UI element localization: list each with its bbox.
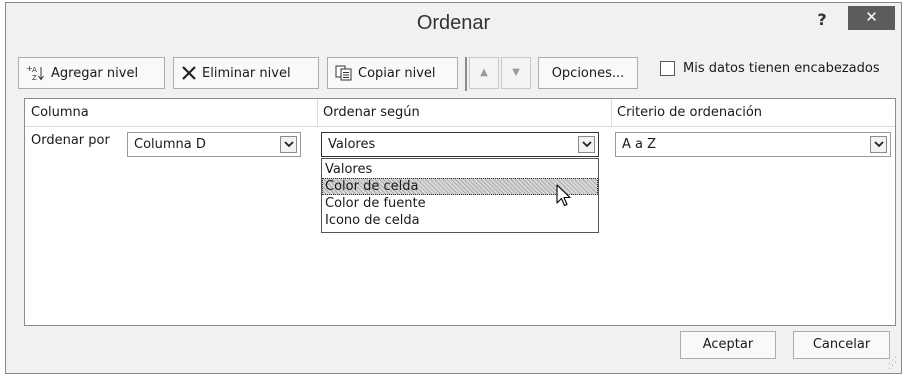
dropdown-option-values[interactable]: Valores bbox=[322, 161, 598, 178]
chevron-down-icon[interactable] bbox=[578, 136, 595, 153]
order-header: Criterio de ordenación bbox=[617, 105, 763, 120]
options-label: Opciones... bbox=[551, 65, 625, 81]
mouse-pointer-icon bbox=[556, 184, 572, 212]
ok-button[interactable]: Aceptar bbox=[680, 331, 776, 359]
header-divider bbox=[317, 99, 318, 126]
help-button[interactable]: ? bbox=[812, 10, 832, 30]
move-up-icon: ▲ bbox=[480, 67, 488, 78]
close-button[interactable]: ✕ bbox=[848, 6, 895, 30]
chevron-down-icon[interactable] bbox=[280, 136, 297, 153]
move-down-button[interactable]: ▼ bbox=[501, 57, 531, 89]
copy-icon bbox=[335, 65, 353, 81]
delete-x-icon bbox=[181, 65, 197, 81]
headers-checkbox[interactable] bbox=[660, 61, 675, 76]
toolbar-separator bbox=[465, 57, 467, 91]
delete-level-label: Eliminar nivel bbox=[202, 65, 291, 81]
sort-by-label: Ordenar por bbox=[31, 133, 110, 148]
title-bar: Ordenar ? ✕ bbox=[6, 3, 901, 43]
move-down-icon: ▼ bbox=[512, 67, 520, 78]
add-level-label: Agregar nivel bbox=[51, 65, 139, 81]
svg-text:A: A bbox=[32, 66, 37, 74]
cancel-button[interactable]: Cancelar bbox=[793, 331, 890, 359]
svg-text:Z: Z bbox=[32, 74, 37, 82]
copy-level-label: Copiar nivel bbox=[358, 65, 436, 81]
delete-level-button[interactable]: Eliminar nivel bbox=[173, 57, 319, 89]
add-sort-level-icon: + A Z bbox=[26, 64, 46, 82]
sort-on-header: Ordenar según bbox=[323, 105, 420, 120]
headers-checkbox-label: Mis datos tienen encabezados bbox=[683, 61, 880, 76]
header-divider bbox=[611, 99, 612, 126]
sort-on-select-value: Valores bbox=[328, 137, 376, 152]
sort-levels-grid: Columna Ordenar según Criterio de ordena… bbox=[24, 98, 896, 326]
toolbar: + A Z Agregar nivel Eliminar nivel Copia… bbox=[18, 57, 898, 91]
column-select[interactable]: Columna D bbox=[127, 132, 301, 157]
options-button[interactable]: Opciones... bbox=[538, 57, 638, 89]
sort-on-select[interactable]: Valores bbox=[321, 132, 599, 157]
order-select[interactable]: A a Z bbox=[615, 132, 891, 157]
order-select-value: A a Z bbox=[622, 137, 657, 152]
headers-checkbox-group[interactable]: Mis datos tienen encabezados bbox=[660, 61, 880, 76]
header-underline bbox=[25, 126, 895, 127]
move-up-button[interactable]: ▲ bbox=[469, 57, 499, 89]
column-select-value: Columna D bbox=[134, 137, 206, 152]
copy-level-button[interactable]: Copiar nivel bbox=[327, 57, 458, 89]
close-icon: ✕ bbox=[865, 8, 878, 26]
resize-grip-icon[interactable]: ⋰ ⋰ bbox=[888, 357, 897, 371]
add-level-button[interactable]: + A Z Agregar nivel bbox=[18, 57, 165, 89]
dialog-title: Ordenar bbox=[416, 12, 491, 34]
dropdown-option-cell-icon[interactable]: Icono de celda bbox=[322, 212, 598, 229]
chevron-down-icon[interactable] bbox=[870, 136, 887, 153]
sort-dialog: Ordenar ? ✕ + A Z Agregar nivel Eliminar… bbox=[5, 2, 902, 374]
column-header: Columna bbox=[31, 105, 89, 120]
